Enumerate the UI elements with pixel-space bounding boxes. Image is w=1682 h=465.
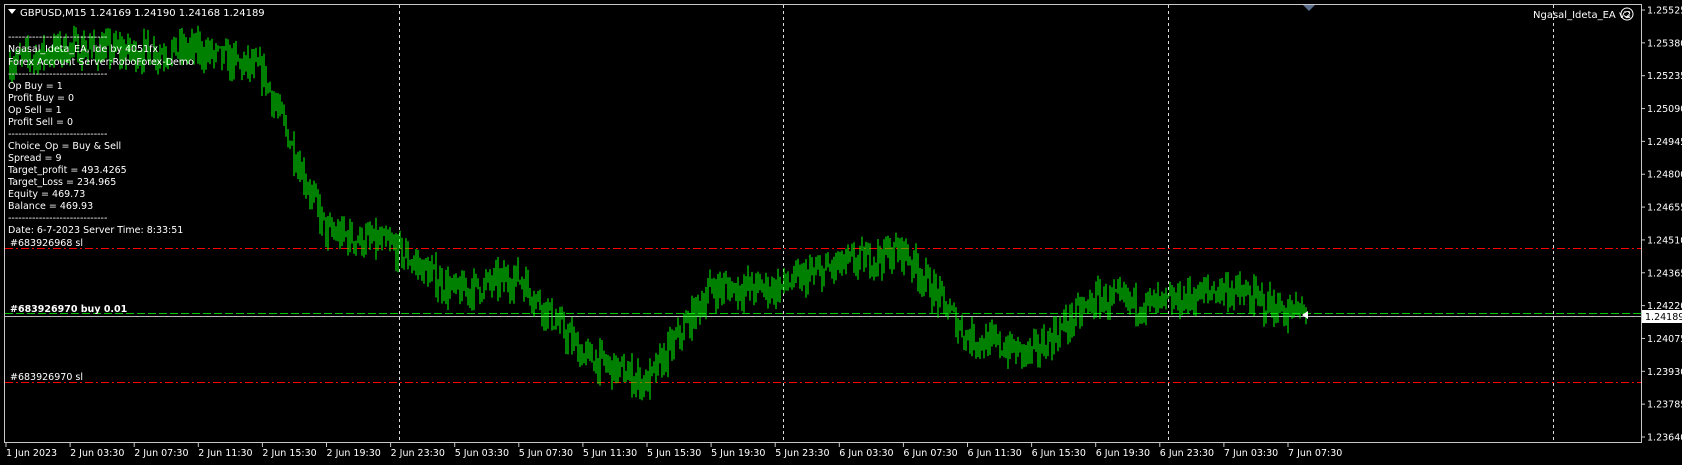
time-axis-label: 2 Jun 07:30 (134, 448, 188, 459)
order-label-sl-lower[interactable]: #683926970 sl (10, 372, 83, 383)
time-axis-label: 6 Jun 07:30 (903, 448, 957, 459)
info-title: Ngasal_Ideta_EA, Ide by 4051fx (8, 44, 159, 55)
profit-sell-line: Profit Sell = 0 (8, 117, 73, 128)
separator-line: ----------------------------- (8, 32, 107, 43)
target-loss-line: Target_Loss = 234.965 (7, 177, 116, 188)
price-axis-label: 1.24510 (1647, 235, 1682, 246)
price-axis-label: 1.24655 (1647, 203, 1682, 214)
separator-line: ----------------------------- (8, 129, 107, 140)
price-axis-label: 1.25090 (1647, 104, 1682, 115)
price-axis-label: 1.23930 (1647, 367, 1682, 378)
order-label-entry[interactable]: #683926970 buy 0.01 (10, 304, 127, 315)
time-axis-label: 5 Jun 11:30 (583, 448, 637, 459)
price-axis-label: 1.24365 (1647, 268, 1682, 279)
symbol-info: GBPUSD,M15 1.24169 1.24190 1.24168 1.241… (20, 8, 265, 19)
time-axis-label: 7 Jun 03:30 (1224, 448, 1278, 459)
time-axis-label: 6 Jun 11:30 (968, 448, 1022, 459)
target-profit-line: Target_profit = 493.4265 (7, 165, 127, 176)
time-axis-label: 2 Jun 19:30 (327, 448, 381, 459)
equity-line: Equity = 469.73 (8, 189, 85, 200)
current-price-box: 1.24189 (1642, 310, 1682, 323)
time-axis-label: 5 Jun 15:30 (647, 448, 701, 459)
time-axis-label: 5 Jun 19:30 (711, 448, 765, 459)
time-axis-label: 2 Jun 15:30 (262, 448, 316, 459)
info-server: Forex Account Server:RoboForex-Demo (8, 57, 194, 68)
separator-line: ----------------------------- (8, 213, 107, 224)
time-axis-label: 6 Jun 15:30 (1032, 448, 1086, 459)
choice-op-line: Choice_Op = Buy & Sell (8, 141, 121, 152)
price-axis-label: 1.25525 (1647, 6, 1682, 17)
profit-buy-line: Profit Buy = 0 (8, 93, 74, 104)
time-axis-label: 1 Jun 2023 (6, 448, 57, 459)
chart-shift-marker[interactable] (1303, 5, 1315, 11)
last-price-marker (1302, 311, 1308, 319)
time-axis-label: 6 Jun 19:30 (1096, 448, 1150, 459)
time-axis-label: 5 Jun 07:30 (519, 448, 573, 459)
price-axis-label: 1.24945 (1647, 137, 1682, 148)
balance-line: Balance = 469.93 (8, 201, 93, 212)
day-separators (399, 5, 1554, 442)
op-sell-line: Op Sell = 1 (8, 105, 62, 116)
price-axis-label: 1.24800 (1647, 170, 1682, 181)
price-axis[interactable]: 1.25525 1.25380 1.25235 1.25090 1.24945 1.248… (1641, 6, 1682, 444)
separator-line: ----------------------------- (8, 69, 107, 80)
op-buy-line: Op Buy = 1 (8, 81, 63, 92)
price-axis-label: 1.23785 (1647, 400, 1682, 411)
candles-group (9, 25, 1307, 401)
time-axis-label: 5 Jun 23:30 (775, 448, 829, 459)
order-label-sl-upper[interactable]: #683926968 sl (10, 238, 83, 249)
price-chart[interactable]: GBPUSD,M15 1.24169 1.24190 1.24168 1.241… (0, 0, 1682, 465)
time-axis-label: 5 Jun 03:30 (455, 448, 509, 459)
time-axis-label: 2 Jun 23:30 (391, 448, 445, 459)
price-axis-label: 1.24075 (1647, 334, 1682, 345)
time-axis[interactable]: 1 Jun 2023 2 Jun 03:30 2 Jun 07:30 2 Jun 11… (5, 443, 1342, 459)
menu-triangle-icon[interactable] (8, 9, 16, 14)
price-axis-label: 1.25235 (1647, 71, 1682, 82)
time-axis-label: 7 Jun 07:30 (1288, 448, 1342, 459)
current-price-label: 1.24189 (1645, 312, 1682, 323)
time-axis-label: 2 Jun 11:30 (198, 448, 252, 459)
price-axis-label: 1.23640 (1647, 433, 1682, 444)
price-axis-label: 1.25380 (1647, 38, 1682, 49)
time-axis-label: 6 Jun 03:30 (839, 448, 893, 459)
info-panel: ----------------------------- Ngasal_Ide… (7, 32, 194, 236)
spread-line: Spread = 9 (8, 153, 62, 164)
date-time-line: Date: 6-7-2023 Server Time: 8:33:51 (8, 225, 183, 236)
ea-name: Ngasal_Ideta_EA v2 (1533, 10, 1631, 21)
time-axis-label: 6 Jun 23:30 (1160, 448, 1214, 459)
time-axis-label: 2 Jun 03:30 (70, 448, 124, 459)
